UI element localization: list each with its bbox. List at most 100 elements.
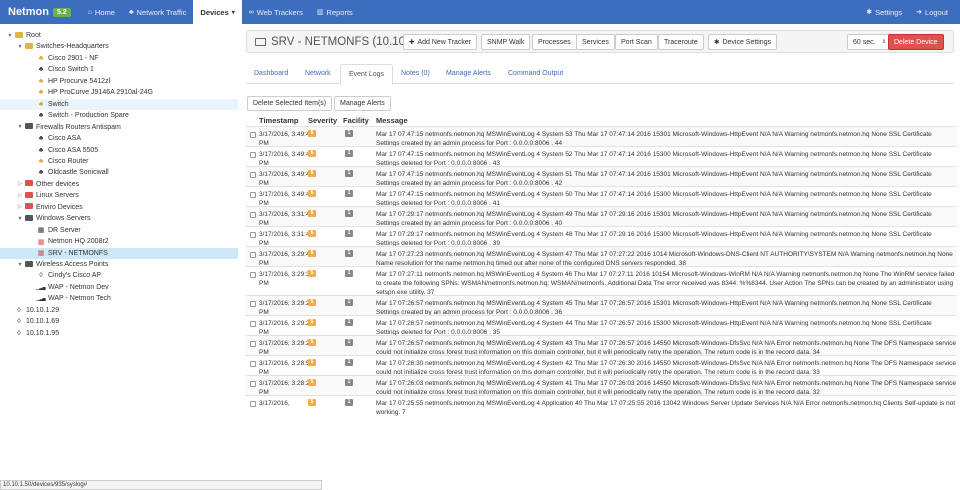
table-row[interactable]: 3/17/2016, 3:29:22 PM 5 1 Mar 17 07:26:57 n… — [245, 335, 957, 356]
table-row[interactable]: 3/17/2016, 3:29:36 PM 5 1 Mar 17 07:27:11 n… — [245, 266, 957, 296]
table-row[interactable]: 3/17/2016, 3:49:40 PM 5 1 Mar 17 07:47:15 n… — [245, 126, 957, 147]
tab-dashboard[interactable]: Dashboard — [246, 64, 296, 84]
row-checkbox[interactable] — [250, 252, 256, 258]
tree-node[interactable]: ♣ Oldcastle Sonicwall — [0, 167, 238, 178]
tree-node[interactable]: ▼ Root — [0, 30, 238, 41]
tree-node[interactable]: ♣ Cisco 2901 - NF — [0, 53, 238, 64]
wifi-icon: ◊ — [17, 306, 21, 314]
column-facility[interactable]: Facility — [343, 116, 369, 125]
row-checkbox[interactable] — [250, 192, 256, 198]
table-row[interactable]: 3/17/2016, 3:31:42 PM 5 1 Mar 17 07:29:17 n… — [245, 226, 957, 247]
tree-node[interactable]: ♣ Cisco ASA 5505 — [0, 145, 238, 156]
table-row[interactable]: 3/17/2016, 3:29:48 PM 5 1 Mar 17 07:27:23 n… — [245, 246, 957, 267]
nav-reports[interactable]: ▥ Reports — [310, 0, 360, 24]
manage-alerts-button[interactable]: Manage Alerts — [334, 96, 391, 111]
delete-selected-button[interactable]: Delete Selected Item(s) — [247, 96, 333, 111]
table-row[interactable]: 3/17/2016, 5 1 Mar 17 07:25:55 netmonfs.net… — [245, 395, 957, 416]
processes-button[interactable]: Processes — [532, 34, 577, 50]
nav-home[interactable]: ⌂ Home — [81, 0, 122, 24]
tab-command-output[interactable]: Command Output — [500, 64, 571, 84]
row-checkbox[interactable] — [250, 401, 256, 407]
device-settings-button[interactable]: ✱ Device Settings — [708, 34, 778, 50]
add-tracker-button[interactable]: ✚ Add New Tracker — [403, 34, 478, 50]
facility-badge: 1 — [345, 130, 353, 137]
table-row[interactable]: 3/17/2016, 3:28:55 PM 5 1 Mar 17 07:26:30 n… — [245, 355, 957, 376]
tab-event-logs[interactable]: Event Logs — [340, 64, 394, 85]
link-icon: ∞ — [248, 8, 254, 16]
tree-node[interactable]: ♣ Cisco Switch 1 — [0, 64, 238, 75]
row-checkbox[interactable] — [250, 272, 256, 278]
nav-network-traffic[interactable]: ♣ Network Traffic — [122, 0, 193, 24]
column-timestamp[interactable]: Timestamp — [259, 116, 298, 125]
brand-logo[interactable]: Netmon 5.2 — [0, 6, 71, 18]
row-checkbox[interactable] — [250, 212, 256, 218]
nav-devices[interactable]: Devices ▾ — [193, 0, 242, 24]
row-checkbox[interactable] — [250, 321, 256, 327]
tree-node[interactable]: ▼ Firewalls Routers Antispam — [0, 122, 238, 133]
tree-node[interactable]: ▦ DR Server — [0, 225, 238, 236]
tree-node[interactable]: ▼ Wireless Access Points — [0, 259, 238, 270]
refresh-interval-select[interactable]: 60 sec. ⇕ — [847, 34, 892, 50]
row-checkbox[interactable] — [250, 132, 256, 138]
tree-node[interactable]: ▷ Linux Servers — [0, 190, 238, 201]
row-checkbox[interactable] — [250, 152, 256, 158]
collapse-toggle-icon[interactable]: ▷ — [16, 181, 24, 187]
nav-web-trackers[interactable]: ∞ Web Trackers — [242, 0, 310, 24]
table-row[interactable]: 3/17/2016, 3:49:40 PM 5 1 Mar 17 07:47:15 n… — [245, 166, 957, 187]
tree-node[interactable]: ◊ 10.10.1.29 — [0, 305, 238, 316]
tree-node[interactable]: ♣ HP Procurve 5412zl — [0, 76, 238, 87]
tree-node[interactable]: ♣ Cisco ASA — [0, 133, 238, 144]
traceroute-button[interactable]: Traceroute — [658, 34, 704, 50]
tree-node-label: Other devices — [36, 180, 80, 188]
tree-node[interactable]: ♣ Switch - Production Spare — [0, 110, 238, 121]
expand-toggle-icon[interactable]: ▼ — [16, 216, 24, 222]
column-message[interactable]: Message — [376, 116, 408, 125]
tree-node[interactable]: ▦ Netmon HQ 2008r2 — [0, 236, 238, 247]
row-checkbox[interactable] — [250, 232, 256, 238]
tree-node[interactable]: ▼ Switches-Headquarters — [0, 41, 238, 52]
row-checkbox[interactable] — [250, 301, 256, 307]
tree-node[interactable]: ▷ Enviro Devices — [0, 202, 238, 213]
table-row[interactable]: 3/17/2016, 3:29:22 PM 5 1 Mar 17 07:26:57 n… — [245, 315, 957, 336]
tree-node-label: Root — [26, 32, 41, 39]
table-row[interactable]: 3/17/2016, 3:29:22 PM 5 1 Mar 17 07:26:57 n… — [245, 295, 957, 316]
tree-node-label: Oldcastle Sonicwall — [48, 169, 109, 177]
nav-settings[interactable]: ✱ Settings — [859, 0, 909, 24]
services-button[interactable]: Services — [576, 34, 615, 50]
expand-toggle-icon[interactable]: ▼ — [6, 33, 14, 39]
tree-node[interactable]: ◊ 10.10.1.69 — [0, 316, 238, 327]
tree-node[interactable]: ▁▃▅ WAP - Netmon Dev — [0, 282, 238, 293]
tab-notes[interactable]: Notes (0) — [393, 64, 438, 84]
tree-node[interactable]: ♣ HP ProCurve J9146A 2910al-24G — [0, 87, 238, 98]
table-row[interactable]: 3/17/2016, 3:49:40 PM 5 1 Mar 17 07:47:15 n… — [245, 186, 957, 207]
tree-node[interactable]: ◊ 10.10.1.95 — [0, 328, 238, 339]
tree-node[interactable]: ▦ SRV - NETMONFS — [0, 247, 238, 259]
tree-node[interactable]: ▼ Windows Servers — [0, 213, 238, 224]
folder-shape — [25, 180, 33, 187]
tree-node[interactable]: ♣ Switch — [0, 98, 238, 110]
row-checkbox[interactable] — [250, 341, 256, 347]
tree-node[interactable]: ▷ Other devices — [0, 179, 238, 190]
expand-toggle-icon[interactable]: ▼ — [16, 124, 24, 130]
nav-logout[interactable]: ➜ Logout — [909, 0, 960, 24]
column-severity[interactable]: Severity — [308, 116, 337, 125]
tab-network[interactable]: Network — [297, 64, 339, 84]
row-checkbox[interactable] — [250, 172, 256, 178]
port-scan-button[interactable]: Port Scan — [615, 34, 658, 50]
row-checkbox[interactable] — [250, 361, 256, 367]
collapse-toggle-icon[interactable]: ▷ — [16, 193, 24, 199]
tree-node[interactable]: ▁▃▅ WAP - Netmon Tech — [0, 293, 238, 304]
tab-manage-alerts[interactable]: Manage Alerts — [438, 64, 499, 84]
expand-toggle-icon[interactable]: ▼ — [16, 262, 24, 268]
table-row[interactable]: 3/17/2016, 3:49:40 PM 5 1 Mar 17 07:47:15 n… — [245, 146, 957, 167]
table-row[interactable]: 3/17/2016, 3:28:28 PM 5 1 Mar 17 07:26:03 n… — [245, 375, 957, 396]
tree-node[interactable]: ♣ Cisco Router — [0, 156, 238, 167]
snmp-walk-button[interactable]: SNMP Walk — [481, 34, 531, 50]
tree-node-label: DR Server — [48, 226, 81, 234]
expand-toggle-icon[interactable]: ▼ — [16, 44, 24, 50]
row-checkbox[interactable] — [250, 381, 256, 387]
tree-node[interactable]: ◊ Cindy's Cisco AP — [0, 270, 238, 281]
collapse-toggle-icon[interactable]: ▷ — [16, 204, 24, 210]
table-row[interactable]: 3/17/2016, 3:31:42 PM 5 1 Mar 17 07:29:17 n… — [245, 206, 957, 227]
delete-device-button[interactable]: Delete Device — [888, 34, 944, 50]
